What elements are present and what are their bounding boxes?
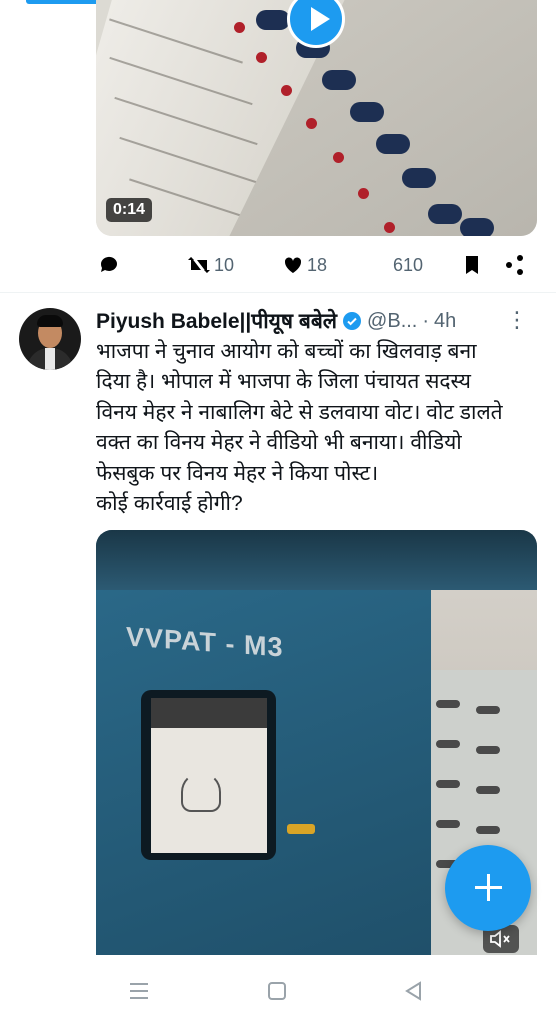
retweet-button[interactable]: 10 [186,253,234,277]
tweet-divider [0,292,556,293]
tweet-video[interactable]: 0:14 [96,0,537,236]
views-icon [373,259,388,273]
share-icon [506,255,523,275]
recent-apps-icon[interactable] [127,980,151,1002]
like-button[interactable]: 18 [281,253,327,277]
bookmark-icon [466,256,478,274]
separator-dot: · [422,309,430,332]
back-icon[interactable] [402,980,424,1002]
tweet-text: भाजपा ने चुनाव आयोग को बच्चों का खिलवाड़… [96,337,546,519]
share-button[interactable] [503,253,527,277]
bookmark-button[interactable] [461,253,483,277]
indicator-light [287,824,315,834]
tweet-text-line: विनय मेहर ने नाबालिग बेटे से डलवाया वोट।… [96,400,503,424]
views-button[interactable]: 610 [369,253,423,277]
tweet-header: Piyush Babele||पीयूष बबेले @B... · 4h ⋮ [96,307,536,335]
tweet-time[interactable]: 4h [434,310,456,333]
author-handle[interactable]: @B... [367,310,417,333]
tweet-text-line: फेसबुक पर विनय मेहर ने किया पोस्ट। [96,461,379,485]
video-duration: 0:14 [106,198,153,222]
tweet-text-line: कोई कार्रवाई होगी? [96,492,243,516]
retweet-count: 10 [214,254,235,275]
reply-button[interactable] [97,253,121,277]
tweet-text-line: दिया है। भोपाल में भाजपा के जिला पंचायत … [96,370,471,394]
avatar[interactable] [19,308,81,370]
home-icon[interactable] [266,980,288,1002]
reply-icon [100,256,117,272]
vvpat-window [141,690,276,860]
retweet-icon [188,257,210,273]
compose-button[interactable] [445,845,531,931]
tweet-text-line: भाजपा ने चुनाव आयोग को बच्चों का खिलवाड़… [96,340,477,363]
author-name[interactable]: Piyush Babele||पीयूष बबेले [96,307,337,335]
like-count: 18 [307,254,328,275]
verified-badge-icon [343,312,362,330]
heart-icon [284,257,302,273]
more-options-icon[interactable]: ⋮ [506,309,528,331]
tweet-text-line: वक्त का विनय मेहर ने वीडियो भी बनाया। वी… [96,431,462,455]
lotus-symbol-icon [181,772,221,812]
views-count: 610 [393,254,424,275]
system-nav-bar [0,958,556,1024]
